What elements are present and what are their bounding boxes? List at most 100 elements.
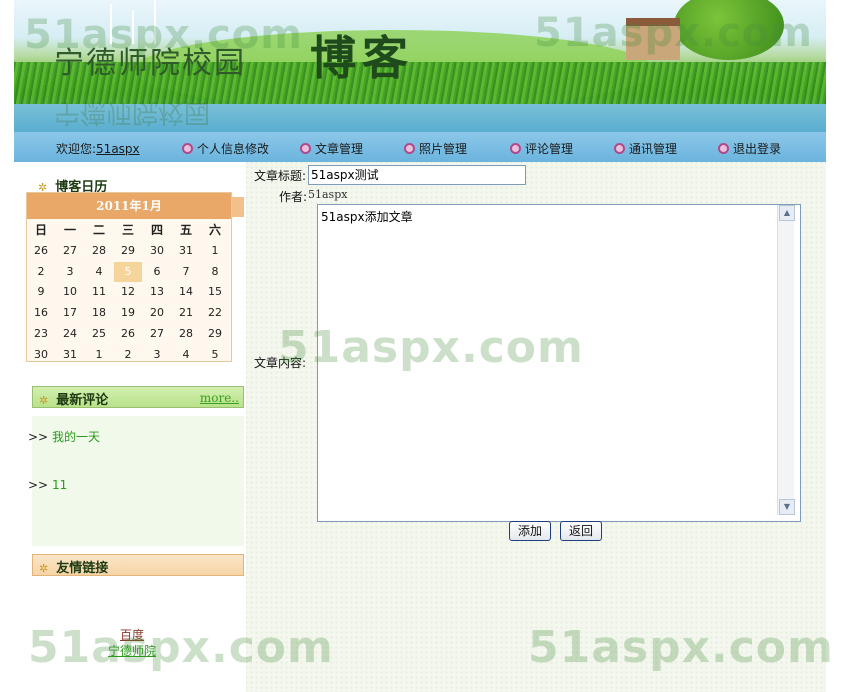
calendar-day[interactable]: 10 [56, 282, 84, 302]
calendar-day[interactable]: 24 [56, 324, 84, 344]
banner-title-reflection: 宁德师院校园 [54, 97, 211, 127]
nav-item-label: 个人信息修改 [197, 142, 270, 156]
page: 宁德师院校园 博客 宁德师院校园 51aspx.com 51aspx.com 欢… [14, 0, 833, 692]
latest-comments-list: >> 我的一天 >> 11 [28, 416, 244, 546]
calendar-day[interactable]: 6 [143, 262, 171, 282]
content-scrollbar[interactable]: ▲ ▼ [777, 205, 795, 515]
calendar-day[interactable]: 21 [172, 303, 200, 323]
calendar-day[interactable]: 3 [143, 345, 171, 365]
calendar-day[interactable]: 13 [143, 282, 171, 302]
calendar-day[interactable]: 28 [85, 241, 113, 261]
calendar-day[interactable]: 27 [56, 241, 84, 261]
add-button[interactable]: 添加 [509, 521, 552, 541]
title-input[interactable] [308, 165, 526, 185]
calendar-day[interactable]: 5 [114, 261, 142, 282]
scroll-down-icon[interactable]: ▼ [779, 499, 795, 515]
author-label: 作者: [279, 190, 308, 204]
calendar-day[interactable]: 29 [201, 324, 229, 344]
calendar-week-row: 2345678 [27, 261, 231, 282]
comment-prefix: >> [28, 430, 49, 444]
nav-item-label: 照片管理 [419, 142, 468, 156]
calendar-day[interactable]: 29 [114, 241, 142, 261]
calendar-day[interactable]: 19 [114, 303, 142, 323]
nav-item-contacts[interactable]: 通讯管理 [614, 140, 677, 157]
welcome-text: 欢迎您:51aspx [56, 140, 140, 157]
calendar-day[interactable]: 15 [201, 282, 229, 302]
friend-link-ndsy[interactable]: 宁德师院 [108, 642, 156, 659]
calendar-day[interactable]: 1 [85, 345, 113, 365]
scroll-up-icon[interactable]: ▲ [779, 205, 795, 221]
nav-item-label: 通讯管理 [629, 142, 678, 156]
calendar-day[interactable]: 26 [114, 324, 142, 344]
calendar-day[interactable]: 31 [172, 241, 200, 261]
calendar-day[interactable]: 12 [114, 282, 142, 302]
nav-item-label: 退出登录 [733, 142, 782, 156]
calendar-weekday: 五 [179, 223, 192, 237]
calendar-day[interactable]: 5 [201, 345, 229, 365]
blog-calendar: 2011年1月 日一二三四五六 26 27 28 29 30 31 1 2 3 4 5 6 7 8 9 10 11… [26, 192, 244, 365]
comment-item[interactable]: >> 11 [28, 478, 67, 492]
calendar-tab [232, 197, 244, 217]
nav-item-photos[interactable]: 照片管理 [404, 140, 467, 157]
calendar-day[interactable]: 4 [85, 262, 113, 282]
calendar-weekday: 六 [208, 223, 221, 237]
back-button[interactable]: 返回 [560, 521, 603, 541]
calendar-day[interactable]: 28 [172, 324, 200, 344]
calendar-day[interactable]: 2 [114, 345, 142, 365]
banner-house [626, 18, 680, 60]
calendar-day[interactable]: 8 [201, 262, 229, 282]
nav-item-comments[interactable]: 评论管理 [510, 140, 573, 157]
calendar-weekday: 一 [63, 223, 76, 237]
friend-links-header: ✲ 友情链接 [32, 554, 244, 576]
calendar-week-row: 26 27 28 29 30 31 1 [27, 241, 231, 261]
username-link[interactable]: 51aspx [96, 142, 140, 156]
calendar-weekday-row: 日一二三四五六 [27, 220, 231, 240]
calendar-day[interactable]: 17 [56, 303, 84, 323]
nav-item-profile[interactable]: 个人信息修改 [182, 140, 269, 157]
calendar-day[interactable]: 4 [172, 345, 200, 365]
calendar-day[interactable]: 16 [27, 303, 55, 323]
calendar-day[interactable]: 14 [172, 282, 200, 302]
calendar-day[interactable]: 30 [143, 241, 171, 261]
calendar-month: 2011年1月 [27, 193, 231, 219]
nav-item-logout[interactable]: 退出登录 [718, 140, 781, 157]
calendar-day[interactable]: 30 [27, 345, 55, 365]
calendar-day[interactable]: 2 [27, 262, 55, 282]
comment-link[interactable]: 我的一天 [52, 430, 100, 444]
star-icon: ✲ [39, 562, 49, 575]
calendar-day[interactable]: 3 [56, 262, 84, 282]
content-label: 文章内容: [254, 356, 307, 370]
nav-item-label: 评论管理 [525, 142, 574, 156]
comment-link[interactable]: 11 [52, 478, 67, 492]
calendar-day[interactable]: 31 [56, 345, 84, 365]
calendar-day[interactable]: 18 [85, 303, 113, 323]
calendar-day[interactable]: 22 [201, 303, 229, 323]
calendar-weekday: 日 [34, 223, 47, 237]
friend-link-baidu[interactable]: 百度 [120, 626, 144, 643]
calendar-day[interactable]: 11 [85, 282, 113, 302]
nav-item-label: 文章管理 [315, 142, 364, 156]
calendar-day[interactable]: 23 [27, 324, 55, 344]
calendar-day[interactable]: 1 [201, 241, 229, 261]
banner-title-small: 宁德师院校园 [54, 46, 246, 81]
nav-item-articles[interactable]: 文章管理 [300, 140, 363, 157]
comment-item[interactable]: >> 我的一天 [28, 428, 100, 445]
comment-prefix: >> [28, 478, 49, 492]
more-comments-link[interactable]: more.. [200, 391, 239, 405]
top-nav: 欢迎您:51aspx 个人信息修改 文章管理 照片管理 评论管理 通讯管理 退出… [14, 132, 826, 162]
bullet-icon [614, 143, 625, 154]
banner-title-big: 博客 [310, 31, 414, 85]
header-banner: 宁德师院校园 博客 宁德师院校园 51aspx.com 51aspx.com [14, 0, 826, 132]
calendar-week-row: 30 31 1 2 3 4 5 [27, 345, 231, 365]
calendar-day[interactable]: 9 [27, 282, 55, 302]
calendar-day[interactable]: 20 [143, 303, 171, 323]
bullet-icon [182, 143, 193, 154]
bullet-icon [300, 143, 311, 154]
calendar-week-row: 9 10 11 12 13 14 15 [27, 282, 231, 302]
sidebar: ✲ 博客日历 2011年1月 日一二三四五六 26 27 28 29 30 31 1 2 3 4 5 6 7… [14, 162, 246, 692]
calendar-day[interactable]: 25 [85, 324, 113, 344]
calendar-day[interactable]: 7 [172, 262, 200, 282]
calendar-day[interactable]: 26 [27, 241, 55, 261]
calendar-day[interactable]: 27 [143, 324, 171, 344]
content-textarea[interactable]: 51aspx添加文章 [317, 204, 801, 522]
